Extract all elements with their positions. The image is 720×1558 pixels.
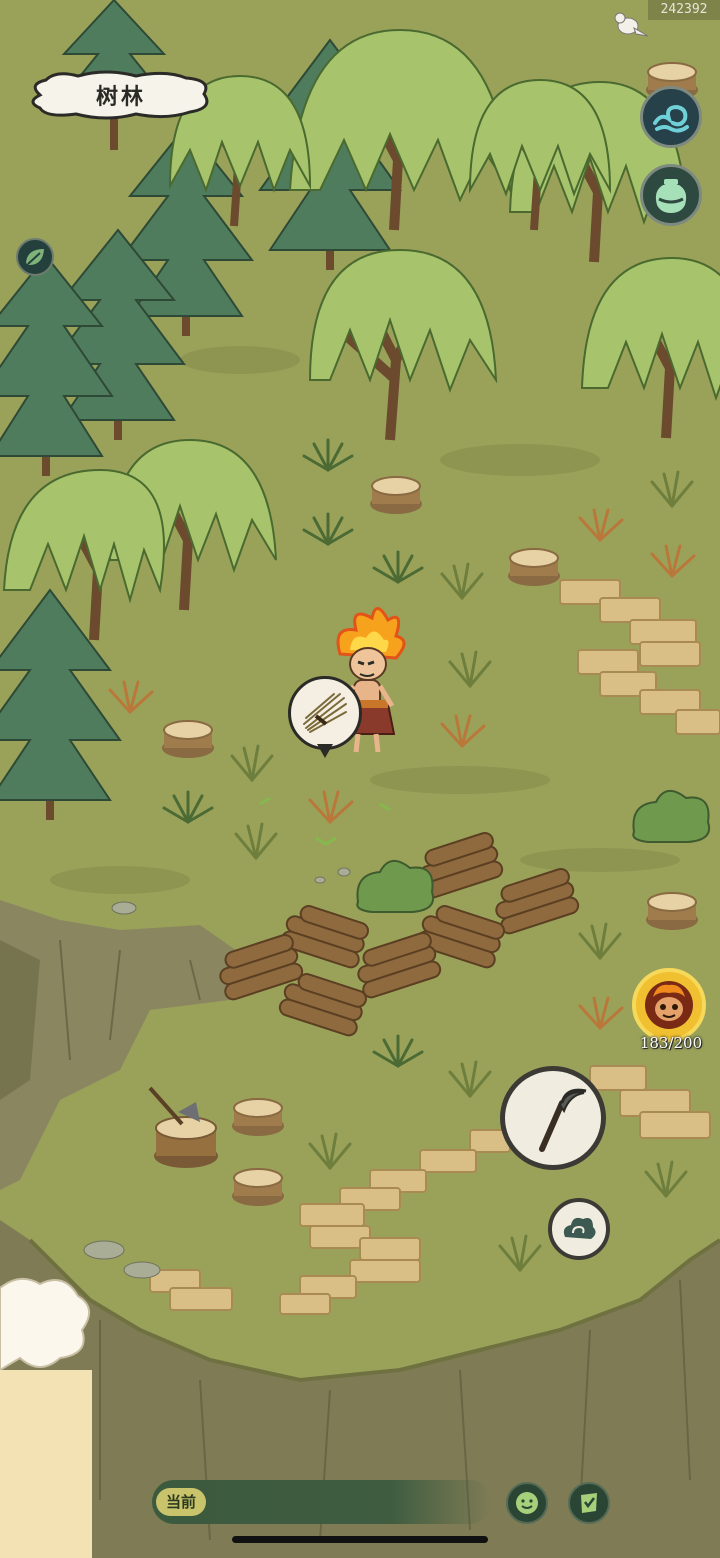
forest-scene — [0, 0, 720, 1558]
water-wave-icon — [653, 104, 689, 133]
companion-portrait[interactable] — [632, 968, 706, 1042]
companion-stamina: 183/200 — [639, 1034, 703, 1052]
leaf-icon — [26, 249, 44, 265]
gather-button[interactable] — [500, 1066, 606, 1170]
location-name: 树林 — [95, 84, 146, 110]
smile-icon — [516, 1492, 538, 1514]
player-id: 242392 — [648, 0, 720, 20]
cloud-swirl-icon — [563, 1217, 596, 1239]
home-indicator[interactable] — [232, 1536, 488, 1543]
location-label: 树林 — [26, 68, 216, 122]
fire-monkey-portrait — [645, 981, 693, 1029]
resource-node-bubble[interactable] — [288, 676, 362, 750]
emoji-button[interactable] — [506, 1482, 548, 1524]
sickle-icon — [539, 1088, 587, 1152]
cloud-button[interactable] — [548, 1198, 610, 1260]
straw-bundle-icon — [303, 693, 347, 733]
chat-channel-tag[interactable]: 当前 — [156, 1488, 206, 1516]
quest-checklist-icon — [581, 1493, 597, 1513]
jar-icon — [655, 179, 687, 213]
quest-button[interactable] — [568, 1482, 610, 1524]
leaf-button[interactable] — [16, 238, 54, 276]
bubble-pointer — [317, 744, 333, 758]
water-button[interactable] — [640, 86, 702, 148]
jar-button[interactable] — [640, 164, 702, 226]
